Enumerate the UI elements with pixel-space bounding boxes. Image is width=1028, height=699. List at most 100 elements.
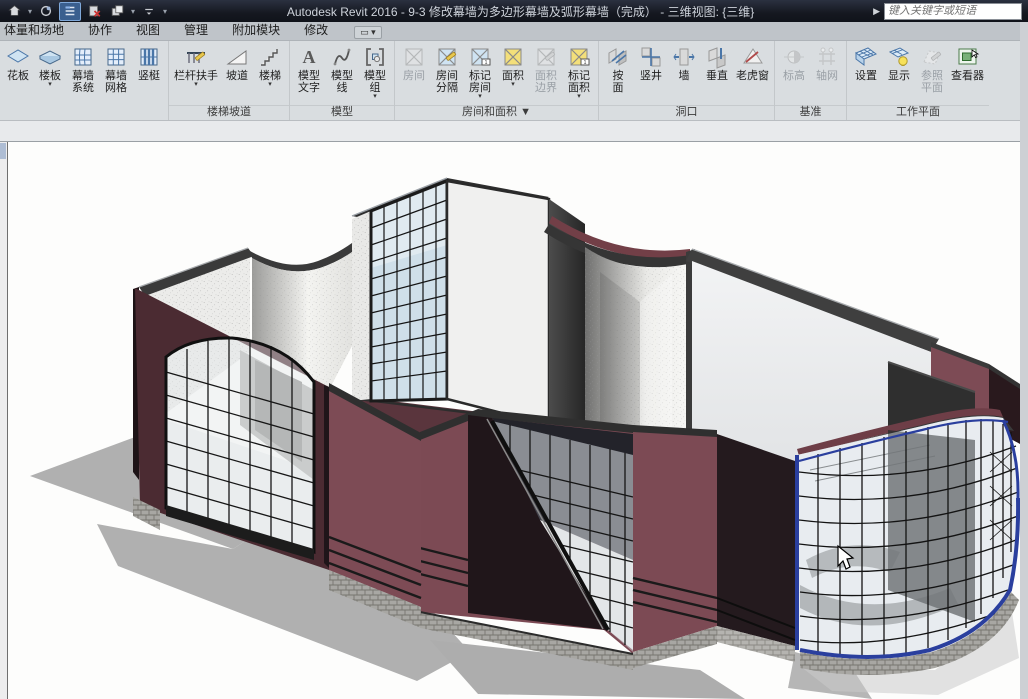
ribbon-button-3-2[interactable]: 1标记 房间▾ <box>464 43 496 101</box>
curtain-system-icon <box>71 45 95 69</box>
orbit-button[interactable] <box>36 3 56 20</box>
room-icon <box>402 45 426 69</box>
svg-text:A: A <box>303 47 316 67</box>
dropdown-caret-icon: ▾ <box>511 82 515 88</box>
ribbon-button-6-3[interactable]: 查看器 <box>949 43 986 83</box>
search-expand-icon[interactable]: ▶ <box>873 6 880 17</box>
ribbon-button-label: 墙 <box>679 70 690 82</box>
ribbon-panel-3: 房间房间 分隔1标记 房间▾面积▾面积 边界1标记 面积▾房间和面积 ▼ <box>394 41 598 120</box>
options-bar <box>0 120 1020 142</box>
ribbon-button-4-4[interactable]: 老虎窗 <box>734 43 771 83</box>
floor-icon <box>38 45 62 69</box>
ribbon-button-0-2[interactable]: 幕墙 系统 <box>67 43 99 95</box>
ribbon-button-1-2[interactable]: 楼梯▾ <box>254 43 286 89</box>
switch-windows-button-dropdown[interactable]: ▾ <box>130 7 136 16</box>
window-title: Autodesk Revit 2016 - 9-3 修改幕墙为多边形幕墙及弧形幕… <box>168 3 873 20</box>
ribbon-button-label: 标高 <box>783 70 805 82</box>
ceiling-icon <box>6 45 30 69</box>
ribbon-button-5-0[interactable]: 标高 <box>778 43 810 83</box>
panel-title-1: 楼梯坡道 <box>169 105 289 120</box>
ramp-icon <box>225 45 249 69</box>
building-model-render <box>8 142 1020 699</box>
level-icon <box>782 45 806 69</box>
ribbon-button-label: 标记 面积 <box>568 70 590 94</box>
ribbon-panel-4: 按 面竖井 墙垂直老虎窗洞口 <box>598 41 774 120</box>
ribbon-button-4-2[interactable]: 墙 <box>668 43 700 83</box>
ribbon-button-label: 房间 <box>403 70 425 82</box>
ribbon-button-label: 模型 文字 <box>298 70 320 94</box>
ribbon: 花板楼板▾幕墙 系统幕墙 网格竖梃栏杆扶手▾坡道楼梯▾楼梯坡道A模型 文字模型 … <box>0 41 1020 121</box>
ribbon-button-5-1[interactable]: 轴网 <box>811 43 843 83</box>
ribbon-button-label: 查看器 <box>951 70 984 82</box>
ribbon-panel-6: 设置显示参照 平面查看器工作平面 <box>846 41 989 120</box>
ribbon-button-2-2[interactable]: 模型 组▾ <box>359 43 391 101</box>
ribbon-button-3-5[interactable]: 1标记 面积▾ <box>563 43 595 101</box>
search-area: ▶ <box>873 3 1028 20</box>
home-3d-button-dropdown[interactable]: ▾ <box>27 7 33 16</box>
ribbon-button-6-2[interactable]: 参照 平面 <box>916 43 948 95</box>
ribbon-button-0-0[interactable]: 花板 <box>3 43 33 83</box>
ribbon-button-label: 面积 边界 <box>535 70 557 94</box>
ribbon-button-label: 幕墙 系统 <box>72 70 94 94</box>
close-inactive-button[interactable] <box>84 3 104 20</box>
ribbon-button-0-1[interactable]: 楼板▾ <box>34 43 66 89</box>
ribbon-button-3-1[interactable]: 房间 分隔 <box>431 43 463 95</box>
model-text-icon: A <box>297 45 321 69</box>
ribbon-button-2-1[interactable]: 模型 线 <box>326 43 358 95</box>
ribbon-button-0-3[interactable]: 幕墙 网格 <box>100 43 132 95</box>
opening-dormer-icon <box>741 45 765 69</box>
ribbon-button-label: 竖井 <box>640 70 662 82</box>
ribbon-button-label: 模型 线 <box>331 70 353 94</box>
quick-access-toolbar: ▾▾▾ <box>0 2 168 21</box>
ribbon-tab-1[interactable]: 协作 <box>76 19 124 40</box>
customize-qat-button[interactable] <box>139 3 159 20</box>
ribbon-button-label: 房间 分隔 <box>436 70 458 94</box>
ribbon-button-4-0[interactable]: 按 面 <box>602 43 634 95</box>
area-icon <box>501 45 525 69</box>
ribbon-tab-2[interactable]: 视图 <box>124 19 172 40</box>
drawing-area-3d-view[interactable] <box>8 142 1020 699</box>
dropdown-caret-icon: ▾ <box>478 94 482 100</box>
panel-title-3[interactable]: 房间和面积 ▼ <box>395 105 598 120</box>
ribbon-tab-3[interactable]: 管理 <box>172 19 220 40</box>
ribbon-button-1-0[interactable]: 栏杆扶手▾ <box>172 43 220 89</box>
ribbon-button-3-0[interactable]: 房间 <box>398 43 430 83</box>
opening-wall-icon <box>672 45 696 69</box>
ribbon-button-3-3[interactable]: 面积▾ <box>497 43 529 89</box>
panel-title-2: 模型 <box>290 105 394 120</box>
wp-set-icon <box>854 45 878 69</box>
ribbon-button-3-4[interactable]: 面积 边界 <box>530 43 562 95</box>
tag-room-icon: 1 <box>468 45 492 69</box>
switch-windows-button[interactable] <box>107 3 127 20</box>
thin-lines-button[interactable] <box>59 2 81 21</box>
ribbon-tab-5[interactable]: 修改 <box>292 19 340 40</box>
ribbon-button-4-1[interactable]: 竖井 <box>635 43 667 83</box>
ribbon-button-2-0[interactable]: A 模型 文字 <box>293 43 325 95</box>
panel-title-4: 洞口 <box>599 105 774 120</box>
ribbon-tab-4[interactable]: 附加模块 <box>220 19 292 40</box>
ribbon-panel-1: 栏杆扶手▾坡道楼梯▾ 楼梯坡道 <box>168 41 289 120</box>
ribbon-button-6-0[interactable]: 设置 <box>850 43 882 83</box>
curtain-grid-icon <box>104 45 128 69</box>
ribbon-button-1-1[interactable]: 坡道 <box>221 43 253 83</box>
opening-face-icon <box>606 45 630 69</box>
ribbon-button-4-3[interactable]: 垂直 <box>701 43 733 83</box>
grid-axis-icon <box>815 45 839 69</box>
curved-curtain-wall-selected[interactable] <box>797 408 1019 675</box>
home-3d-button[interactable] <box>4 3 24 20</box>
title-bar: ▾▾▾ Autodesk Revit 2016 - 9-3 修改幕墙为多边形幕墙… <box>0 0 1028 22</box>
ribbon-button-label: 轴网 <box>816 70 838 82</box>
dropdown-caret-icon: ▾ <box>373 94 377 100</box>
ribbon-tab-0[interactable]: 体量和场地 <box>0 19 76 40</box>
ribbon-button-label: 老虎窗 <box>736 70 769 82</box>
railing-icon <box>184 45 208 69</box>
ribbon-button-label: 竖梃 <box>138 70 160 82</box>
ribbon-button-6-1[interactable]: 显示 <box>883 43 915 83</box>
help-search-input[interactable] <box>884 3 1022 20</box>
ribbon-button-0-4[interactable]: 竖梃 <box>133 43 165 83</box>
room-separator-icon <box>435 45 459 69</box>
ribbon-button-label: 幕墙 网格 <box>105 70 127 94</box>
ribbon-button-label: 设置 <box>855 70 877 82</box>
ribbon-button-label: 参照 平面 <box>921 70 943 94</box>
ribbon-display-toggle[interactable]: ▭ ▾ <box>354 26 382 39</box>
